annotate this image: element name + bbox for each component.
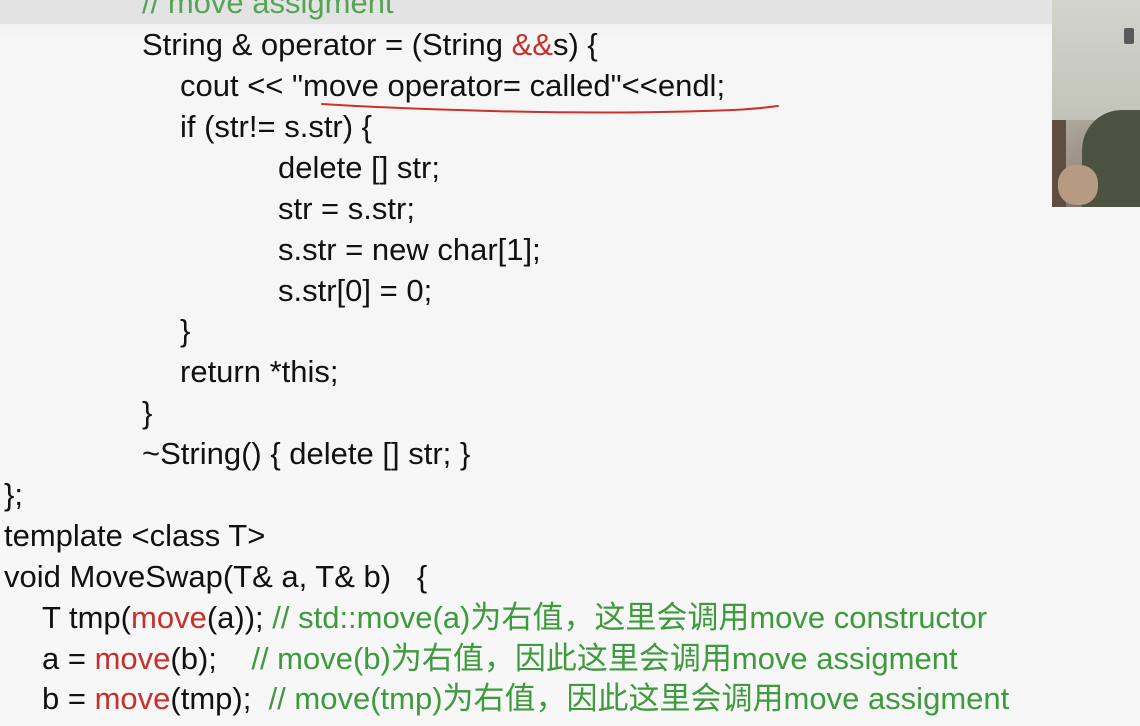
webcam-light-fixture: [1124, 28, 1134, 44]
webcam-overlay: [1052, 0, 1140, 207]
webcam-presenter-hand: [1058, 165, 1098, 205]
slide: // move assigment String & operator = (S…: [0, 0, 1140, 726]
webcam-background: [1052, 0, 1140, 120]
annotation-underline: [321, 103, 779, 114]
red-underline-stroke: [321, 103, 779, 114]
